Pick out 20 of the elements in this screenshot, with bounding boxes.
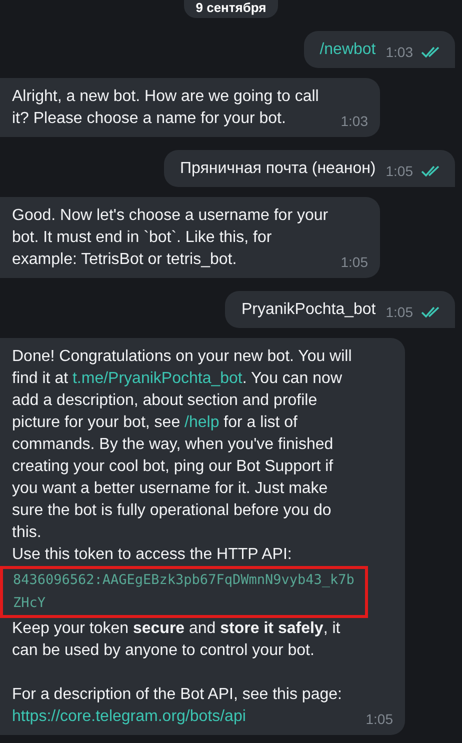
message-text: Пряничная почта (неанон)	[180, 159, 376, 179]
message-time: 1:05	[386, 162, 413, 180]
message-text: Good. Now let's choose a username for your bot. It must end in `bot`. Like this, for example: TetrisBot or tetris_bot.	[12, 206, 330, 270]
message-text: PryanikPochta_bot	[241, 300, 376, 320]
message-time: 1:03	[386, 43, 413, 61]
message-text: For a description of the Bot API, see this page: https://core.telegram.org/bots/api	[12, 685, 343, 727]
date-badge: 9 сентября	[184, 0, 278, 18]
message-time: 1:05	[340, 253, 368, 271]
message-text: Done! Congratulations on your new bot. You will find it at t.me/PryanikPochta_bot. You can now add a description, about section and profile picture for your bot, see /help for a list of commands. By the way, when you've finished creating your cool bot, ping our Bot Support if you want a better username for it. Just make sure the bot is fully operational before you do this.	[12, 347, 353, 543]
message-time: 1:05	[366, 710, 393, 728]
message-time: 1:05	[386, 303, 413, 321]
bot-token: 8436096562:AAGEgEBzk3pb67FqDWmnN9vyb43_k7bZHcY	[0, 566, 368, 618]
link[interactable]: https://core.telegram.org/bots/api	[12, 708, 246, 725]
link[interactable]: /help	[184, 414, 220, 431]
command-link[interactable]: /newbot	[320, 41, 376, 58]
message-text: Alright, a new bot. How are we going to call it? Please choose a name for your bot.	[12, 87, 320, 129]
message-text: Keep your token secure and store it safely, it can be used by anyone to control your bot.	[12, 619, 342, 661]
message-time: 1:03	[340, 112, 368, 130]
link[interactable]: t.me/PryanikPochta_bot	[72, 370, 242, 387]
message-text: Use this token to access the HTTP API:	[12, 545, 293, 565]
